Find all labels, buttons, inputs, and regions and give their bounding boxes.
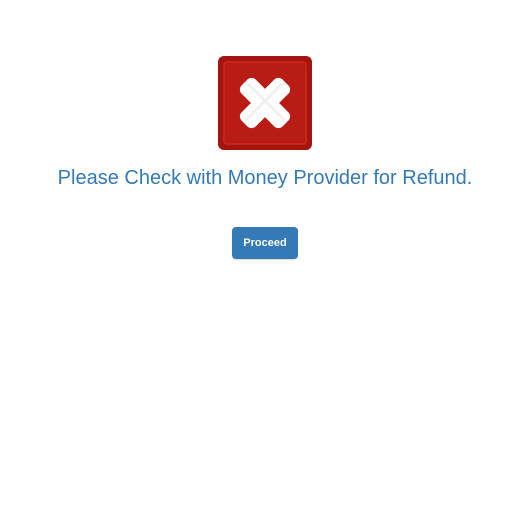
error-x-icon: [218, 56, 312, 150]
refund-notice-page: Please Check with Money Provider for Ref…: [0, 0, 530, 506]
proceed-button[interactable]: Proceed: [232, 227, 298, 259]
refund-message: Please Check with Money Provider for Ref…: [57, 167, 473, 189]
